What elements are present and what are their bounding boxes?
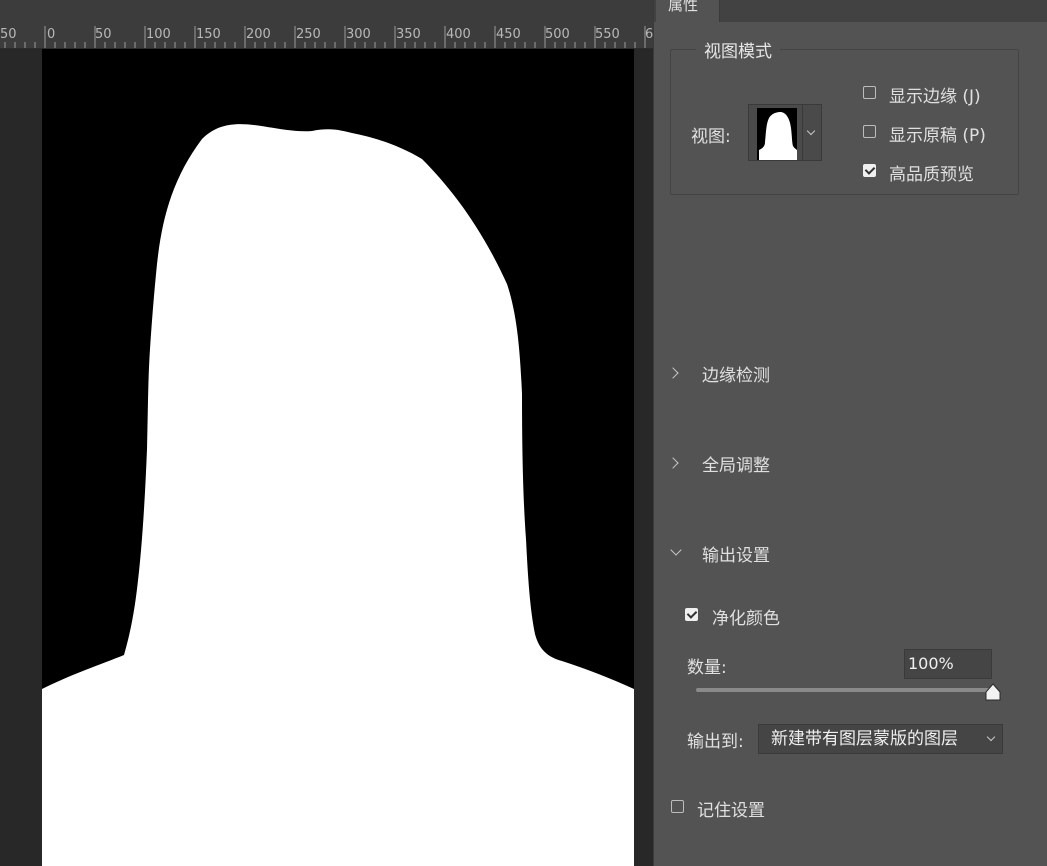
amount-input[interactable]: 100% (904, 649, 992, 679)
output-to-select[interactable]: 新建带有图层蒙版的图层 (758, 724, 1003, 754)
document-canvas[interactable] (42, 49, 634, 866)
ruler-label: 50 (95, 27, 112, 42)
properties-panel: 属性 视图模式 视图: 显示边缘 (J) 显示原稿 (P) 高品质预览 边缘检测… (653, 0, 1047, 866)
ruler-label: 250 (296, 27, 321, 42)
section-output-settings[interactable]: 输出设置 (702, 541, 770, 566)
tab-properties-label: 属性 (668, 0, 699, 14)
ruler-label: 0 (47, 27, 56, 42)
chevron-right-icon[interactable] (667, 457, 679, 469)
ruler-label: 300 (346, 27, 371, 42)
output-to-value: 新建带有图层蒙版的图层 (771, 729, 958, 749)
mask-silhouette (42, 124, 634, 866)
ruler-label: 150 (196, 27, 221, 42)
ruler-label: 400 (446, 27, 471, 42)
ruler-label: 6 (645, 27, 653, 42)
amount-label: 数量: (687, 658, 727, 678)
chevron-down-icon[interactable] (670, 544, 682, 556)
view-mode-legend: 视图模式 (696, 37, 780, 62)
amount-slider-track[interactable] (696, 688, 994, 692)
section-global-refine[interactable]: 全局调整 (702, 451, 770, 476)
decontaminate-colors-checkbox[interactable] (685, 608, 698, 621)
ruler-label: 500 (545, 27, 570, 42)
ruler-label: 100 (146, 27, 171, 42)
ruler-label: 550 (595, 27, 620, 42)
amount-slider-handle[interactable] (985, 683, 1001, 701)
horizontal-ruler: 50 0 50 100 150 200 250 300 350 400 450 … (0, 0, 653, 49)
ruler-label: 450 (496, 27, 521, 42)
show-original-label: 显示原稿 (P) (889, 126, 986, 146)
output-to-label: 输出到: (687, 732, 744, 752)
tab-properties[interactable]: 属性 (656, 0, 720, 22)
remember-settings-label: 记住设置 (697, 801, 765, 821)
high-quality-preview-checkbox[interactable] (863, 164, 876, 177)
show-edge-checkbox[interactable] (863, 86, 876, 99)
high-quality-preview-label: 高品质预览 (889, 165, 974, 185)
thumbnail-silhouette-icon (759, 112, 797, 160)
chevron-right-icon[interactable] (667, 367, 679, 379)
chevron-down-icon (806, 126, 816, 136)
remember-settings-checkbox[interactable] (671, 800, 684, 813)
view-thumbnail (757, 108, 797, 160)
ruler-label: 50 (0, 27, 17, 42)
ruler-label: 200 (246, 27, 271, 42)
ruler-label: 350 (396, 27, 421, 42)
chevron-down-icon (986, 732, 996, 742)
show-original-checkbox[interactable] (863, 125, 876, 138)
decontaminate-colors-label: 净化颜色 (712, 609, 780, 629)
dropdown-arrow[interactable] (802, 105, 821, 160)
section-edge-detection[interactable]: 边缘检测 (702, 361, 770, 386)
view-label: 视图: (691, 127, 731, 147)
show-edge-label: 显示边缘 (J) (889, 87, 981, 107)
view-mode-dropdown[interactable] (748, 104, 822, 161)
